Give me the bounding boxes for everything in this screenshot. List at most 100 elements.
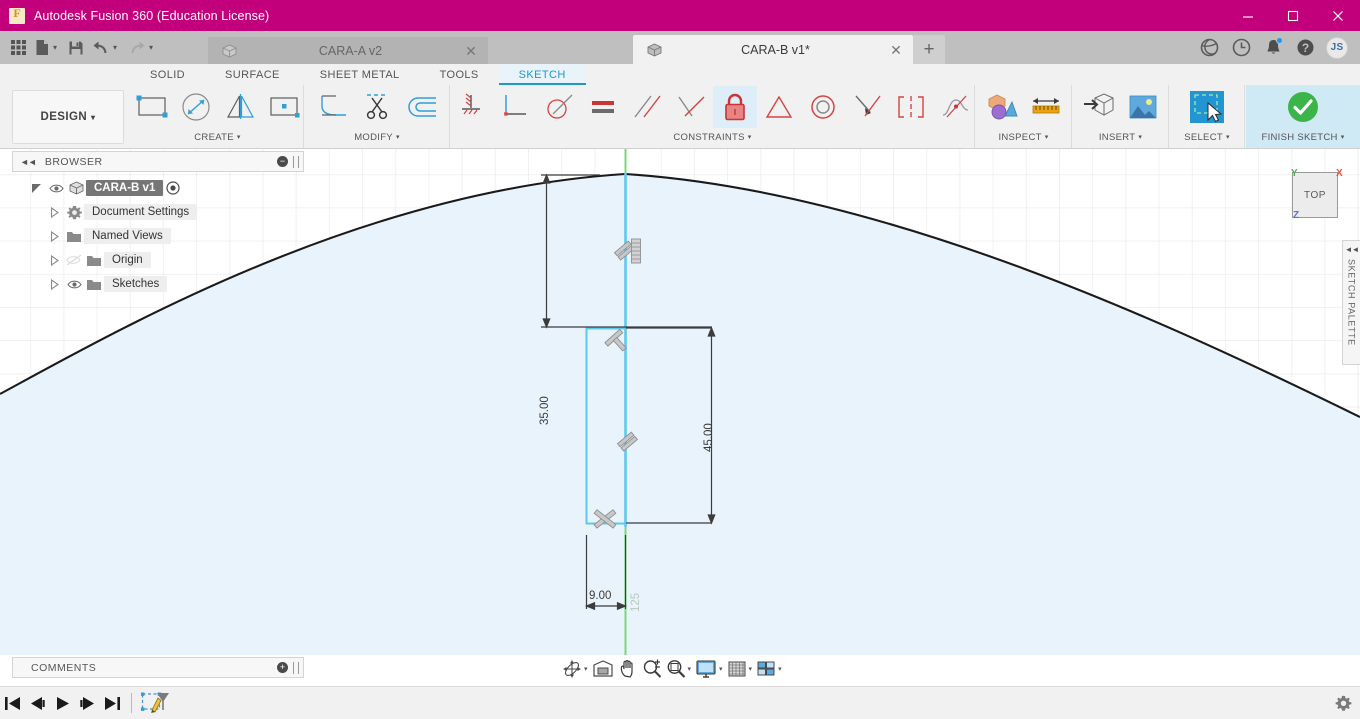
fillet-tool-icon[interactable]	[311, 86, 355, 128]
dimension-45-label[interactable]: 45.00	[703, 423, 715, 452]
redo-icon[interactable]: ▾	[124, 31, 160, 64]
tree-item-document-settings[interactable]: Document Settings	[12, 200, 304, 224]
document-tab-cara-a[interactable]: CARA-A v2 ✕	[208, 37, 488, 64]
trim-tool-icon[interactable]	[355, 86, 399, 128]
recent-clock-icon[interactable]	[1226, 31, 1256, 64]
expander-right-icon[interactable]	[44, 230, 64, 242]
display-settings-icon[interactable]: ▾	[693, 657, 725, 681]
chevron-down-icon[interactable]: ▾	[778, 665, 782, 673]
new-document-tab-button[interactable]: +	[913, 35, 945, 64]
select-window-icon[interactable]	[1185, 86, 1229, 128]
midpoint-constraint-icon[interactable]	[757, 86, 801, 128]
app-grid-icon[interactable]	[6, 31, 31, 64]
visibility-eye-off-icon[interactable]	[64, 254, 84, 266]
zoom-icon[interactable]	[640, 657, 664, 681]
go-to-end-icon[interactable]	[100, 687, 125, 719]
document-tab-close-icon[interactable]: ✕	[464, 44, 478, 58]
circle-tool-icon[interactable]	[174, 86, 218, 128]
undo-icon[interactable]: ▾	[88, 31, 124, 64]
pan-icon[interactable]	[616, 657, 640, 681]
minimize-icon[interactable]	[1225, 0, 1270, 31]
insert-panel-label[interactable]: INSERT ▾	[1099, 129, 1142, 145]
step-forward-icon[interactable]	[75, 687, 100, 719]
undo-caret-icon[interactable]: ▾	[110, 43, 120, 52]
visibility-eye-icon[interactable]	[64, 279, 84, 290]
insert-derive-icon[interactable]	[1077, 86, 1121, 128]
save-icon[interactable]	[64, 31, 88, 64]
sketch-palette-tab[interactable]: ◄◄ SKETCH PALETTE	[1342, 240, 1360, 365]
horizontal-vertical-constraint-icon[interactable]	[493, 86, 537, 128]
dimension-125-label[interactable]: 125	[630, 593, 642, 612]
rectangular-pattern-tool-icon[interactable]	[262, 86, 306, 128]
constraints-panel-label[interactable]: CONSTRAINTS ▾	[673, 129, 751, 145]
tree-item-origin[interactable]: Origin	[12, 248, 304, 272]
visibility-eye-icon[interactable]	[46, 183, 66, 194]
curvature-constraint-icon[interactable]	[933, 86, 977, 128]
ribbon-tab-surface[interactable]: SURFACE	[205, 64, 300, 85]
collapse-right-icon[interactable]: ◄◄	[1345, 245, 1360, 254]
orbit-icon[interactable]: ▾	[560, 657, 590, 681]
grid-snaps-icon[interactable]: ▾	[725, 657, 755, 681]
select-panel-label[interactable]: SELECT ▾	[1184, 129, 1230, 145]
collapse-left-icon[interactable]: ◄◄	[20, 157, 37, 167]
help-icon[interactable]: ?	[1290, 31, 1320, 64]
activate-radio-icon[interactable]	[163, 181, 183, 195]
inspect-measure-icon[interactable]	[980, 86, 1024, 128]
workspace-design-button[interactable]: DESIGN ▾	[12, 90, 124, 144]
expander-right-icon[interactable]	[44, 254, 64, 266]
look-at-icon[interactable]	[590, 657, 616, 681]
chevron-down-icon[interactable]: ▾	[719, 665, 723, 673]
rectangle-tool-icon[interactable]	[130, 86, 174, 128]
document-tab-cara-b[interactable]: CARA-B v1* ✕	[633, 35, 913, 64]
chevron-down-icon[interactable]: ▾	[749, 665, 753, 673]
minimize-panel-icon[interactable]: −	[277, 156, 288, 167]
modify-panel-label[interactable]: MODIFY ▾	[354, 129, 400, 145]
tree-item-sketches[interactable]: Sketches	[12, 272, 304, 296]
fit-icon[interactable]: ▾	[664, 657, 694, 681]
chevron-down-icon[interactable]: ▾	[584, 665, 588, 673]
expander-right-icon[interactable]	[44, 278, 64, 290]
create-panel-label[interactable]: CREATE ▾	[194, 129, 240, 145]
ribbon-tab-tools[interactable]: TOOLS	[420, 64, 499, 85]
offset-tool-icon[interactable]	[399, 86, 443, 128]
timeline-settings-gear-icon[interactable]	[1326, 687, 1360, 719]
ground-constraint-icon[interactable]	[449, 86, 493, 128]
perpendicular-constraint-icon[interactable]	[669, 86, 713, 128]
data-panel-icon[interactable]	[1194, 31, 1224, 64]
add-comment-icon[interactable]: +	[277, 662, 288, 673]
comments-resize-grip[interactable]	[293, 661, 299, 674]
dimension-9-label[interactable]: 9.00	[589, 590, 611, 602]
inspect-panel-label[interactable]: INSPECT ▾	[998, 129, 1048, 145]
measure-ruler-icon[interactable]	[1024, 86, 1068, 128]
parallel-constraint-icon[interactable]	[625, 86, 669, 128]
tree-item-named-views[interactable]: Named Views	[12, 224, 304, 248]
ribbon-tab-sketch[interactable]: SKETCH	[498, 64, 586, 85]
ribbon-panel-finish-sketch[interactable]: FINISH SKETCH ▾	[1246, 85, 1360, 148]
fix-unfix-constraint-icon[interactable]	[712, 86, 757, 128]
dimension-35-label[interactable]: 35.00	[539, 396, 551, 425]
play-icon[interactable]	[50, 687, 75, 719]
expander-right-icon[interactable]	[44, 206, 64, 218]
sketch-feature-marker[interactable]	[138, 687, 174, 719]
chevron-down-icon[interactable]: ▾	[688, 665, 692, 673]
ribbon-tab-sheet-metal[interactable]: SHEET METAL	[300, 64, 420, 85]
user-avatar[interactable]: JS	[1322, 31, 1352, 64]
expander-open-icon[interactable]	[26, 183, 46, 194]
concentric-constraint-icon[interactable]	[801, 86, 845, 128]
new-file-icon[interactable]: ▾	[31, 31, 64, 64]
ribbon-tab-solid[interactable]: SOLID	[130, 64, 205, 85]
go-to-beginning-icon[interactable]	[0, 687, 25, 719]
finish-sketch-panel-label[interactable]: FINISH SKETCH ▾	[1261, 129, 1344, 145]
tangent-constraint-icon[interactable]	[537, 86, 581, 128]
equal-constraint-icon[interactable]	[581, 86, 625, 128]
close-icon[interactable]	[1315, 0, 1360, 31]
collinear-constraint-icon[interactable]	[845, 86, 889, 128]
symmetry-constraint-icon[interactable]	[889, 86, 933, 128]
insert-canvas-image-icon[interactable]	[1121, 86, 1165, 128]
notifications-bell-icon[interactable]	[1258, 31, 1288, 64]
browser-resize-grip[interactable]	[293, 155, 299, 168]
document-tab-close-icon[interactable]: ✕	[889, 43, 903, 57]
tree-item-cara-b[interactable]: CARA-B v1	[12, 176, 304, 200]
step-back-icon[interactable]	[25, 687, 50, 719]
maximize-icon[interactable]	[1270, 0, 1315, 31]
